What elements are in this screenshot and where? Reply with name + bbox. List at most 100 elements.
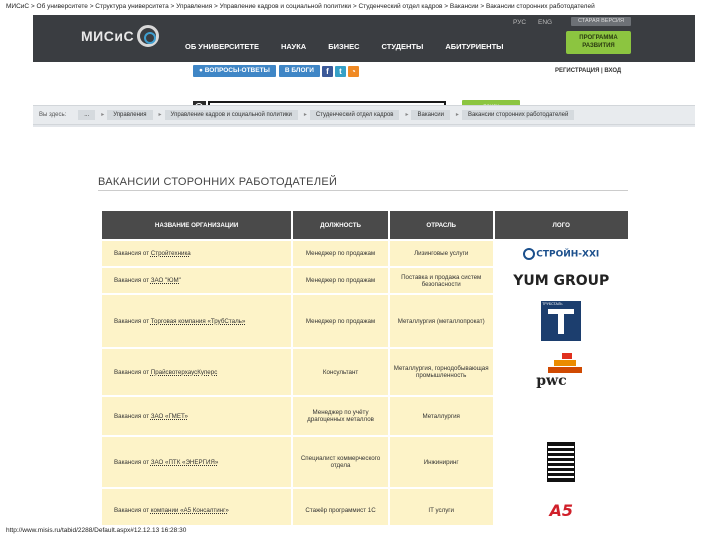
organization-cell: Вакансия от ПрайсвотерхаусКуперс — [102, 349, 292, 395]
main-nav: ОБ УНИВЕРСИТЕТЕ НАУКА БИЗНЕС СТУДЕНТЫ АБ… — [185, 42, 526, 51]
breadcrumb-lead: Вы здесь: — [39, 112, 67, 118]
vacancies-table: НАЗВАНИЕ ОРГАНИЗАЦИИ ДОЛЖНОСТЬ ОТРАСЛЬ Л… — [100, 209, 630, 525]
position-cell: Менеджер по продажам — [293, 268, 388, 293]
organization-link[interactable]: компании «А5 Консалтинг» — [151, 507, 229, 514]
vacancy-prefix: Вакансия от — [114, 412, 150, 420]
position-cell: Специалист коммерческого отдела — [293, 437, 388, 487]
table-row: Вакансия от компании «А5 Консалтинг» Ста… — [102, 489, 628, 525]
breadcrumb-item-current[interactable]: Вакансии сторонних работодателей — [461, 110, 575, 120]
table-row: Вакансия от ЗАО "ЮМ" Менеджер по продажа… — [102, 268, 628, 293]
vacancy-prefix: Вакансия от — [114, 458, 150, 466]
company-logo[interactable] — [547, 442, 576, 482]
column-header-position: ДОЛЖНОСТЬ — [293, 211, 388, 239]
nav-item-applicants[interactable]: АБИТУРИЕНТЫ — [445, 42, 503, 51]
organization-cell: Вакансия от ЗАО "ЮМ" — [102, 268, 292, 293]
breadcrumb: Вы здесь: ... Управления Управление кадр… — [33, 105, 695, 125]
lang-ru[interactable]: РУС — [513, 19, 526, 26]
company-logo[interactable]: pwc — [536, 353, 586, 391]
nav-item-science[interactable]: НАУКА — [281, 42, 306, 51]
nav-item-about[interactable]: ОБ УНИВЕРСИТЕТЕ — [185, 42, 259, 51]
logo-text: МИСиС — [81, 28, 135, 44]
organization-link[interactable]: Стройтехника — [151, 250, 191, 257]
page-url: http://www.misis.ru/tabid/2288/Default.a… — [6, 527, 187, 534]
rss-icon[interactable]: ◔ — [347, 65, 359, 77]
organization-link[interactable]: ЗАО «ГМЕТ» — [151, 413, 188, 420]
position-cell: Менеджер по продажам — [293, 241, 388, 266]
table-row: Вакансия от ПрайсвотерхаусКуперс Консуль… — [102, 349, 628, 395]
blogs-button[interactable]: B БЛОГИ — [278, 65, 320, 77]
company-logo[interactable]: ТРУБСТАЛЬ — [541, 301, 582, 341]
organization-link[interactable]: ЗАО "ЮМ" — [151, 277, 181, 284]
site-header: МИСиС ОБ УНИВЕРСИТЕТЕ НАУКА БИЗНЕС СТУДЕ… — [33, 15, 695, 62]
vacancy-prefix: Вакансия от — [114, 368, 150, 376]
logo-cell: pwc — [494, 349, 628, 395]
qa-label: ВОПРОСЫ-ОТВЕТЫ — [204, 67, 270, 74]
industry-cell: Лизинговые услуги — [389, 241, 493, 266]
vacancy-prefix: Вакансия от — [114, 317, 150, 325]
logo-block — [562, 353, 573, 359]
logo-stem — [558, 309, 565, 334]
breadcrumb-item[interactable]: ... — [78, 110, 104, 120]
organization-link[interactable]: ЗАО «ПТК «ЭНЕРГИЯ» — [151, 459, 219, 466]
industry-cell: Металлургия, горнодобывающая промышленно… — [389, 349, 493, 395]
register-login-link[interactable]: РЕГИСТРАЦИЯ | ВХОД — [555, 68, 621, 74]
lang-en[interactable]: ENG — [538, 19, 552, 26]
twitter-icon[interactable]: t — [334, 65, 346, 77]
logo-cell — [494, 437, 628, 487]
organization-link[interactable]: Торговая компания «ТрубСталь» — [151, 318, 246, 325]
breadcrumb-item[interactable]: Управление кадров и социальной политики — [164, 110, 307, 120]
blogs-label: БЛОГИ — [291, 67, 314, 74]
industry-cell: IT услуги — [389, 489, 493, 525]
industry-cell: Поставка и продажа систем безопасности — [389, 268, 493, 293]
facebook-icon[interactable]: f — [321, 65, 333, 77]
column-header-industry: ОТРАСЛЬ — [389, 211, 493, 239]
qa-button[interactable]: ● ВОПРОСЫ-ОТВЕТЫ — [193, 65, 276, 77]
organization-cell: Вакансия от Торговая компания «ТрубСталь… — [102, 295, 292, 347]
language-switcher: РУС ENG — [513, 19, 564, 26]
table-row: Вакансия от ЗАО «ПТК «ЭНЕРГИЯ» Специалис… — [102, 437, 628, 487]
logo-cell: A5 — [494, 489, 628, 525]
breadcrumb-item[interactable]: Студенческий отдел кадров — [309, 110, 408, 120]
logo-cell: СТРОЙН-XXI — [494, 241, 628, 266]
development-program-button[interactable]: ПРОГРАММА РАЗВИТИЯ — [566, 31, 631, 54]
industry-cell: Металлургия (металлопрокат) — [389, 295, 493, 347]
position-cell: Менеджер по продажам — [293, 295, 388, 347]
organization-cell: Вакансия от Стройтехника — [102, 241, 292, 266]
organization-cell: Вакансия от ЗАО «ГМЕТ» — [102, 397, 292, 435]
logo-ring-icon — [137, 25, 160, 47]
site-logo[interactable]: МИСиС — [81, 25, 160, 47]
company-logo[interactable]: YUM GROUP — [513, 273, 609, 289]
organization-link[interactable]: ПрайсвотерхаусКуперс — [151, 369, 218, 376]
company-logo[interactable]: СТРОЙН-XXI — [523, 247, 600, 260]
company-logo[interactable]: A5 — [550, 501, 574, 520]
logo-cell: YUM GROUP — [494, 268, 628, 293]
browser-breadcrumb: МИСиС > Об университете > Структура унив… — [6, 3, 595, 10]
column-header-organization: НАЗВАНИЕ ОРГАНИЗАЦИИ — [102, 211, 292, 239]
site-page: МИСиС ОБ УНИВЕРСИТЕТЕ НАУКА БИЗНЕС СТУДЕ… — [33, 15, 695, 525]
logo-text: pwc — [536, 373, 567, 389]
old-version-button[interactable]: СТАРАЯ ВЕРСИЯ — [571, 17, 631, 26]
title-divider — [98, 190, 628, 191]
page-title: ВАКАНСИИ СТОРОННИХ РАБОТОДАТЕЛЕЙ — [98, 176, 338, 188]
organization-cell: Вакансия от ЗАО «ПТК «ЭНЕРГИЯ» — [102, 437, 292, 487]
logo-cell — [494, 397, 628, 435]
logo-block — [554, 360, 577, 366]
table-row: Вакансия от Стройтехника Менеджер по про… — [102, 241, 628, 266]
social-bar: ● ВОПРОСЫ-ОТВЕТЫ B БЛОГИ f t ◔ — [193, 65, 361, 77]
breadcrumb-item[interactable]: Управления — [107, 110, 162, 120]
vacancy-prefix: Вакансия от — [114, 250, 150, 257]
table-row: Вакансия от Торговая компания «ТрубСталь… — [102, 295, 628, 347]
logo-cell: ТРУБСТАЛЬ — [494, 295, 628, 347]
industry-cell: Инжиниринг — [389, 437, 493, 487]
position-cell: Стажёр программист 1С — [293, 489, 388, 525]
industry-cell: Металлургия — [389, 397, 493, 435]
table-row: Вакансия от ЗАО «ГМЕТ» Менеджер по учёту… — [102, 397, 628, 435]
breadcrumb-item[interactable]: Вакансии — [411, 110, 460, 120]
logo-mark-icon — [523, 247, 536, 260]
logo-caption: ТРУБСТАЛЬ — [542, 302, 563, 306]
nav-item-business[interactable]: БИЗНЕС — [328, 42, 359, 51]
main-content: ВАКАНСИИ СТОРОННИХ РАБОТОДАТЕЛЕЙ НАЗВАНИ… — [33, 127, 695, 525]
logo-text: СТРОЙН-XXI — [536, 249, 600, 259]
nav-item-students[interactable]: СТУДЕНТЫ — [382, 42, 424, 51]
column-header-logo: ЛОГО — [494, 211, 628, 239]
